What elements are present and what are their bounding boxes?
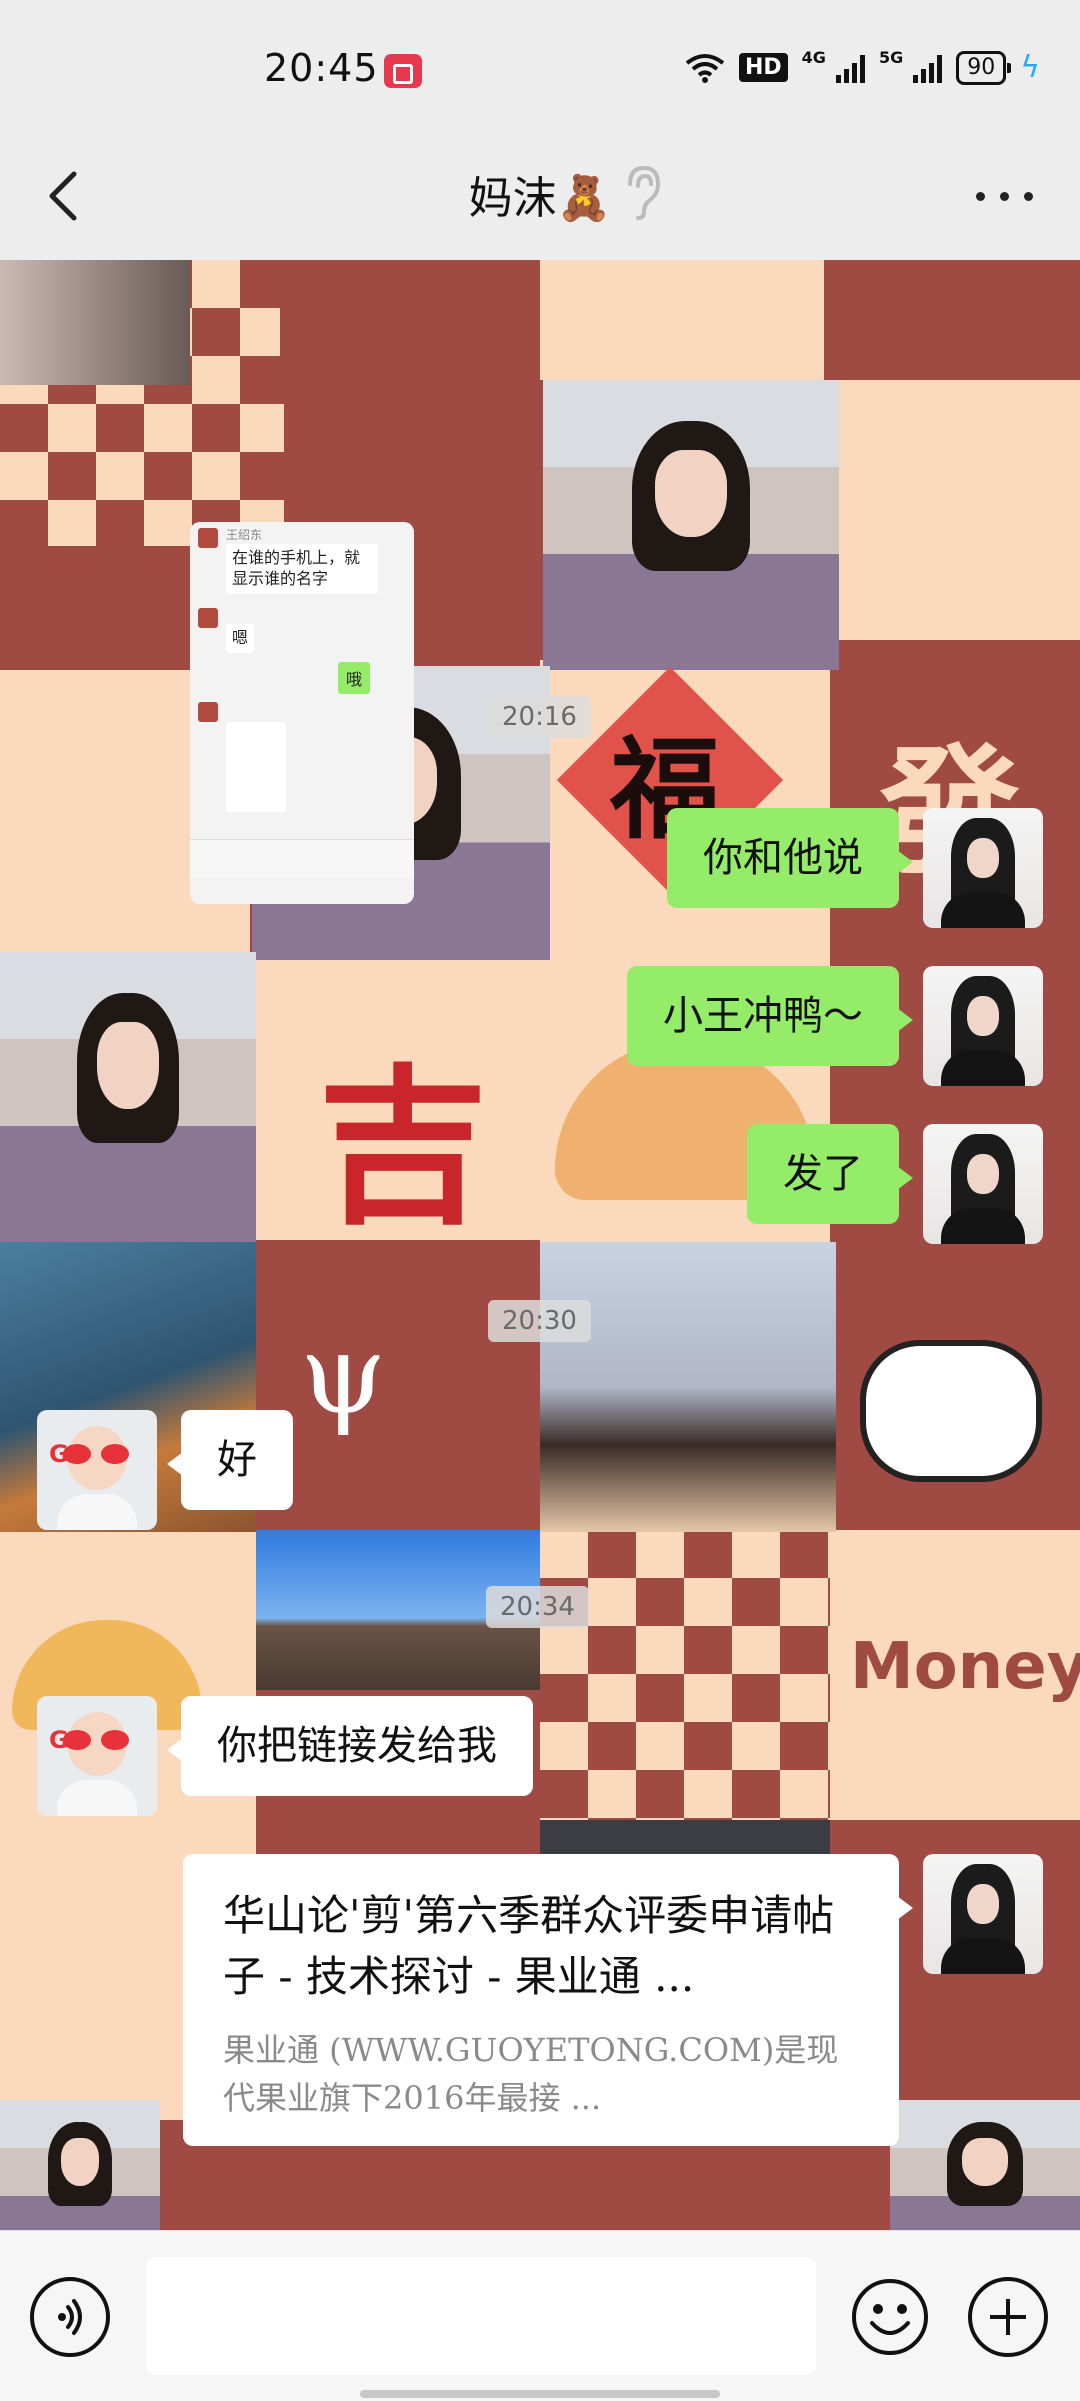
wallpaper-photo (0, 2100, 160, 2230)
earpiece-mode-icon (618, 162, 668, 222)
avatar[interactable]: G (37, 1696, 157, 1816)
wallpaper-tile (280, 260, 564, 380)
message-row-outgoing: 发了 (747, 1124, 1043, 1244)
avatar[interactable] (923, 1854, 1043, 1974)
mini-sender: 王绍东 (226, 528, 263, 542)
hd-voice-icon: HD (738, 53, 788, 82)
message-input[interactable] (146, 2257, 816, 2375)
message-row-incoming: G 你把链接发给我 (37, 1696, 533, 1816)
wallpaper-photo (540, 1242, 836, 1532)
wallpaper-tile (540, 1530, 830, 1820)
smiley-icon (852, 2279, 928, 2355)
doodle-sticker: ψ (300, 1310, 387, 1438)
timestamp: 20:30 (488, 1300, 591, 1342)
avatar[interactable]: G (37, 1410, 157, 1530)
signal-4g-icon (835, 53, 865, 83)
more-options-button[interactable] (970, 170, 1040, 220)
chat-header: 妈沫🧸 (0, 130, 1080, 260)
link-card[interactable]: 华山论'剪'第六季群众评委申请帖子 - 技术探讨 - 果业通 ... 果业通 (… (183, 1854, 913, 2146)
message-row-outgoing: 你和他说 (667, 808, 1043, 928)
network-5g-label: 5G (878, 48, 904, 67)
chat-area[interactable]: 福 吉 發 Money ψ 王绍东 在谁的手机上，就显示谁的名字 嗯 哦 20:… (0, 260, 1080, 2230)
mini-avatar (198, 528, 218, 548)
wallpaper-tile (540, 260, 824, 380)
mini-input-bar (190, 839, 414, 878)
signal-5g-icon (913, 53, 943, 83)
message-bubble[interactable]: 你把链接发给我 (167, 1696, 533, 1796)
voice-icon (58, 2299, 82, 2335)
status-time: 20:45 (264, 46, 379, 90)
avatar[interactable] (923, 808, 1043, 928)
input-bar (0, 2230, 1080, 2401)
wallpaper-tile (830, 260, 1080, 380)
network-4g-label: 4G (801, 48, 826, 67)
wallpaper-photo (0, 260, 190, 385)
money-sticker: Money (850, 1630, 1080, 1704)
wallpaper-photo (543, 380, 839, 670)
wifi-icon (685, 53, 725, 83)
status-icons: HD 4G 5G 90 ϟ (685, 48, 1040, 85)
link-description: 果业通 (WWW.GUOYETONG.COM)是现代果业旗下2016年最接 ..… (223, 2030, 839, 2117)
avatar[interactable] (923, 1124, 1043, 1244)
battery-indicator: 90 (956, 50, 1012, 85)
screen-record-icon (384, 54, 422, 88)
ji-sticker: 吉 (318, 1048, 489, 1248)
more-actions-button[interactable] (968, 2277, 1048, 2357)
link-title: 华山论'剪'第六季群众评委申请帖子 - 技术探讨 - 果业通 ... (223, 1891, 835, 2001)
mini-avatar (198, 608, 218, 628)
wallpaper-tile (830, 380, 1080, 640)
timestamp: 20:34 (486, 1586, 589, 1628)
charging-icon: ϟ (1020, 50, 1040, 85)
message-bubble[interactable]: 你和他说 (667, 808, 913, 908)
message-row-incoming: G 好 (37, 1410, 293, 1530)
message-bubble[interactable]: 好 (167, 1410, 293, 1510)
wallpaper-photo (0, 952, 256, 1242)
voice-input-button[interactable] (30, 2277, 110, 2357)
tiger-sticker (860, 1340, 1042, 1482)
home-indicator[interactable] (360, 2390, 720, 2398)
status-bar: 20:45 HD 4G 5G 90 ϟ (0, 0, 1080, 130)
message-row-outgoing: 华山论'剪'第六季群众评委申请帖子 - 技术探讨 - 果业通 ... 果业通 (… (183, 1854, 1043, 2146)
mini-avatar (198, 702, 218, 722)
timestamp: 20:16 (488, 696, 591, 738)
mini-image (226, 722, 286, 812)
mini-bubble: 在谁的手机上，就显示谁的名字 (226, 544, 378, 594)
message-bubble[interactable]: 小王冲鸭～ (627, 966, 913, 1066)
message-bubble[interactable]: 发了 (747, 1124, 913, 1224)
avatar[interactable] (923, 966, 1043, 1086)
emoji-button[interactable] (850, 2277, 930, 2357)
mini-bubble-green: 哦 (338, 662, 371, 694)
chat-title: 妈沫🧸 (468, 173, 612, 224)
message-row-outgoing: 小王冲鸭～ (627, 966, 1043, 1086)
shared-screenshot-image[interactable]: 王绍东 在谁的手机上，就显示谁的名字 嗯 哦 (190, 522, 414, 904)
mini-bubble: 嗯 (226, 624, 255, 653)
